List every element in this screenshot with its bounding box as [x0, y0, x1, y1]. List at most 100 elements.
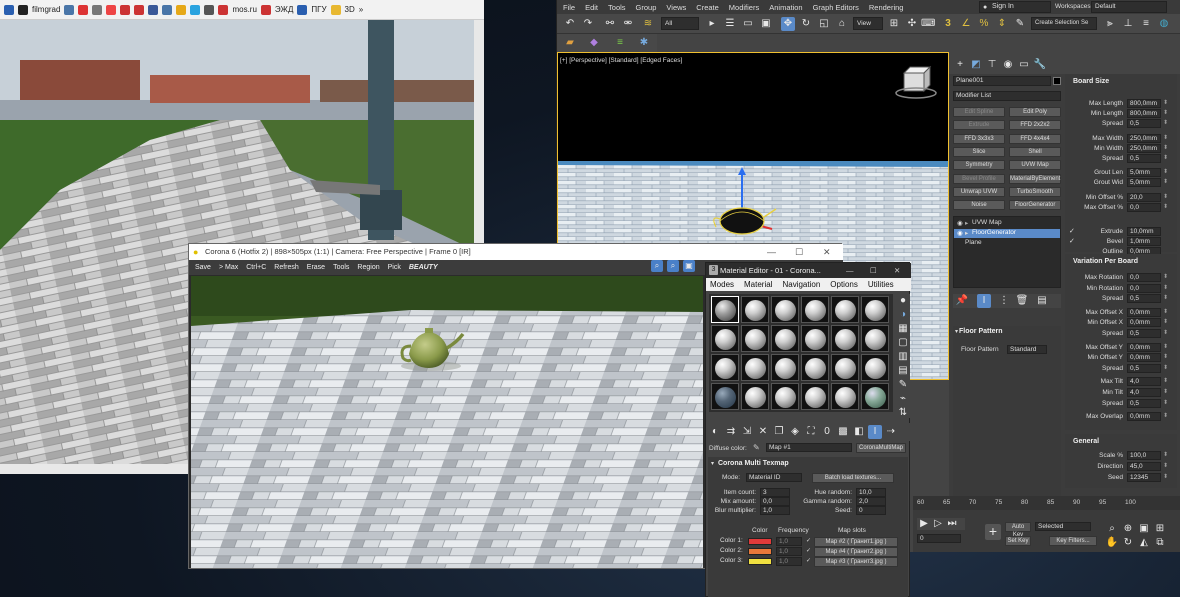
spinner-arrows-icon[interactable]: ⬍ — [1163, 388, 1168, 395]
render-channel-label[interactable]: BEAUTY — [409, 264, 438, 271]
percent-snap-icon[interactable]: % — [977, 17, 991, 31]
window-crossing-icon[interactable]: ▣ — [759, 17, 773, 31]
modifier-button[interactable]: MaterialByElement — [1009, 173, 1061, 184]
param-spinner[interactable]: 4,0 — [1127, 388, 1161, 397]
spinner-arrows-icon[interactable]: ⬍ — [1163, 99, 1168, 106]
auto-key-button[interactable]: Auto Key — [1005, 522, 1031, 538]
variation-title[interactable]: Variation Per Board — [1073, 258, 1138, 265]
floor-pattern-dropdown[interactable]: Standard — [1007, 345, 1047, 354]
select-manipulate-icon[interactable]: ✣ — [905, 17, 919, 31]
spinner-arrows-icon[interactable]: ⬍ — [1163, 364, 1168, 371]
get-material-icon[interactable]: ◐ — [708, 425, 722, 439]
zoom-region-icon[interactable]: ⊞ — [1153, 522, 1167, 536]
bookmark-filmgrad[interactable]: filmgrad — [32, 5, 60, 14]
material-slot[interactable] — [801, 354, 829, 381]
bind-spacewarp-icon[interactable]: ≋ — [641, 17, 655, 31]
zoom-icon[interactable]: ⌕ — [1105, 522, 1119, 536]
utilities-tab-icon[interactable]: 🔧 — [1033, 58, 1047, 72]
med-menu-navigation[interactable]: Navigation — [782, 280, 820, 289]
modifier-button[interactable]: Slice — [953, 146, 1005, 157]
workspaces-dropdown[interactable]: Default — [1091, 1, 1167, 13]
close-icon[interactable]: ✕ — [823, 244, 831, 260]
link-icon[interactable]: ⚯ — [603, 17, 617, 31]
assign-icon[interactable]: ⇲ — [740, 425, 754, 439]
param-spinner[interactable]: 0,0mm — [1127, 412, 1161, 422]
vk-icon-2[interactable] — [162, 4, 173, 15]
zoom-fit-icon[interactable]: ▣ — [683, 260, 695, 272]
map-name-field[interactable]: Map #1 — [766, 443, 852, 452]
spinner-arrows-icon[interactable]: ⬍ — [1163, 154, 1168, 161]
viewport-label[interactable]: [+] [Perspective] [Standard] [Edged Face… — [560, 57, 682, 64]
map-type-button[interactable]: CoronaMultiMap — [856, 443, 906, 453]
render-image[interactable] — [191, 276, 703, 568]
modifier-button[interactable]: Noise — [953, 200, 1005, 211]
set-key-button[interactable]: Set Key — [1005, 536, 1031, 546]
menu-views[interactable]: Views — [666, 3, 686, 12]
material-slot[interactable] — [741, 325, 769, 352]
modify-tab-icon[interactable]: ◩ — [969, 58, 983, 72]
material-slot[interactable] — [741, 383, 769, 410]
material-slot[interactable] — [711, 296, 739, 323]
texmap-param-spinner[interactable]: 0,0 — [760, 497, 790, 506]
menu-modifiers[interactable]: Modifiers — [729, 3, 759, 12]
mail-icon[interactable] — [120, 4, 131, 15]
texmap-param-spinner[interactable]: 1,0 — [760, 506, 790, 515]
modifier-list-dropdown[interactable]: Modifier List — [953, 91, 1061, 101]
material-slot[interactable] — [741, 296, 769, 323]
video-color-icon[interactable]: ▥ — [896, 350, 910, 364]
med-maximize-icon[interactable]: ☐ — [870, 263, 877, 278]
rollout-toggle-icon[interactable]: ▾ — [955, 328, 958, 335]
mode-dropdown[interactable]: Material ID — [746, 473, 802, 482]
material-slot[interactable] — [801, 296, 829, 323]
param-spinner[interactable]: 800,0mm — [1127, 99, 1161, 108]
google-icon[interactable] — [106, 4, 117, 15]
modifier-button[interactable]: FloorGenerator — [1009, 200, 1061, 211]
news-icon[interactable] — [134, 4, 145, 15]
unlink-icon[interactable]: ⚮ — [621, 17, 635, 31]
menu-tools[interactable]: Tools — [608, 3, 626, 12]
rollout-toggle-icon[interactable]: ▾ — [711, 460, 714, 467]
eye-icon[interactable]: ◉ — [957, 219, 963, 227]
extrude-spinner[interactable]: 10,0mm — [1127, 227, 1161, 236]
configure-sets-icon[interactable]: ▤ — [1035, 294, 1049, 308]
zoom-extents-icon[interactable]: ▣ — [1137, 522, 1151, 536]
make-unique-icon[interactable]: ◈ — [788, 425, 802, 439]
material-slot[interactable] — [861, 325, 889, 352]
bookmark-3d[interactable]: 3D — [345, 5, 355, 14]
map-enabled-checkbox[interactable]: ✓ — [806, 547, 811, 554]
place-icon[interactable]: ⌂ — [835, 17, 849, 31]
rzd-icon[interactable] — [260, 4, 271, 15]
extrude-checkbox[interactable]: ✓ — [1069, 227, 1075, 235]
sample-uv-icon[interactable]: ▢ — [896, 336, 910, 350]
scene-explorer-icon[interactable]: ▰ — [563, 36, 577, 50]
bevel-spinner[interactable]: 1,0mm — [1127, 237, 1161, 246]
param-spinner[interactable]: 800,0mm — [1127, 109, 1161, 119]
play-icon[interactable]: ▶ — [917, 517, 931, 531]
med-close-icon[interactable]: ✕ — [894, 263, 900, 278]
param-spinner[interactable]: 0,5 — [1127, 329, 1161, 338]
eyedropper-icon[interactable]: ✎ — [753, 443, 760, 452]
material-slot[interactable] — [741, 354, 769, 381]
material-slot[interactable] — [711, 383, 739, 410]
med-menu-options[interactable]: Options — [830, 280, 858, 289]
expand-icon[interactable]: ▸ — [965, 219, 968, 227]
zoom-all-icon[interactable]: ⊕ — [1121, 522, 1135, 536]
named-selection-icon[interactable]: ✎ — [1013, 17, 1027, 31]
spinner-arrows-icon[interactable]: ⬍ — [1163, 412, 1168, 419]
param-spinner[interactable]: 0,0 — [1127, 283, 1161, 293]
telegram-icon[interactable] — [190, 4, 201, 15]
map-enabled-checkbox[interactable]: ✓ — [806, 537, 811, 544]
texmap-rparam-spinner[interactable]: 10,0 — [856, 488, 886, 497]
frequency-spinner[interactable]: 1,0 — [776, 557, 802, 566]
hierarchy-tab-icon[interactable]: ⊤ — [985, 58, 999, 72]
param-spinner[interactable]: 20,0 — [1127, 192, 1161, 202]
param-spinner[interactable]: 4,0 — [1127, 377, 1161, 387]
material-slot[interactable] — [861, 354, 889, 381]
material-slot[interactable] — [831, 354, 859, 381]
material-editor-icon[interactable]: ◍ — [1157, 17, 1171, 31]
param-spinner[interactable]: 12345 — [1127, 473, 1161, 482]
param-spinner[interactable]: 0,5 — [1127, 294, 1161, 304]
stack-item-floorgenerator[interactable]: ◉ ▸ FloorGenerator — [954, 229, 1060, 238]
spinner-arrows-icon[interactable]: ⬍ — [1163, 353, 1168, 360]
menu-create[interactable]: Create — [696, 3, 719, 12]
